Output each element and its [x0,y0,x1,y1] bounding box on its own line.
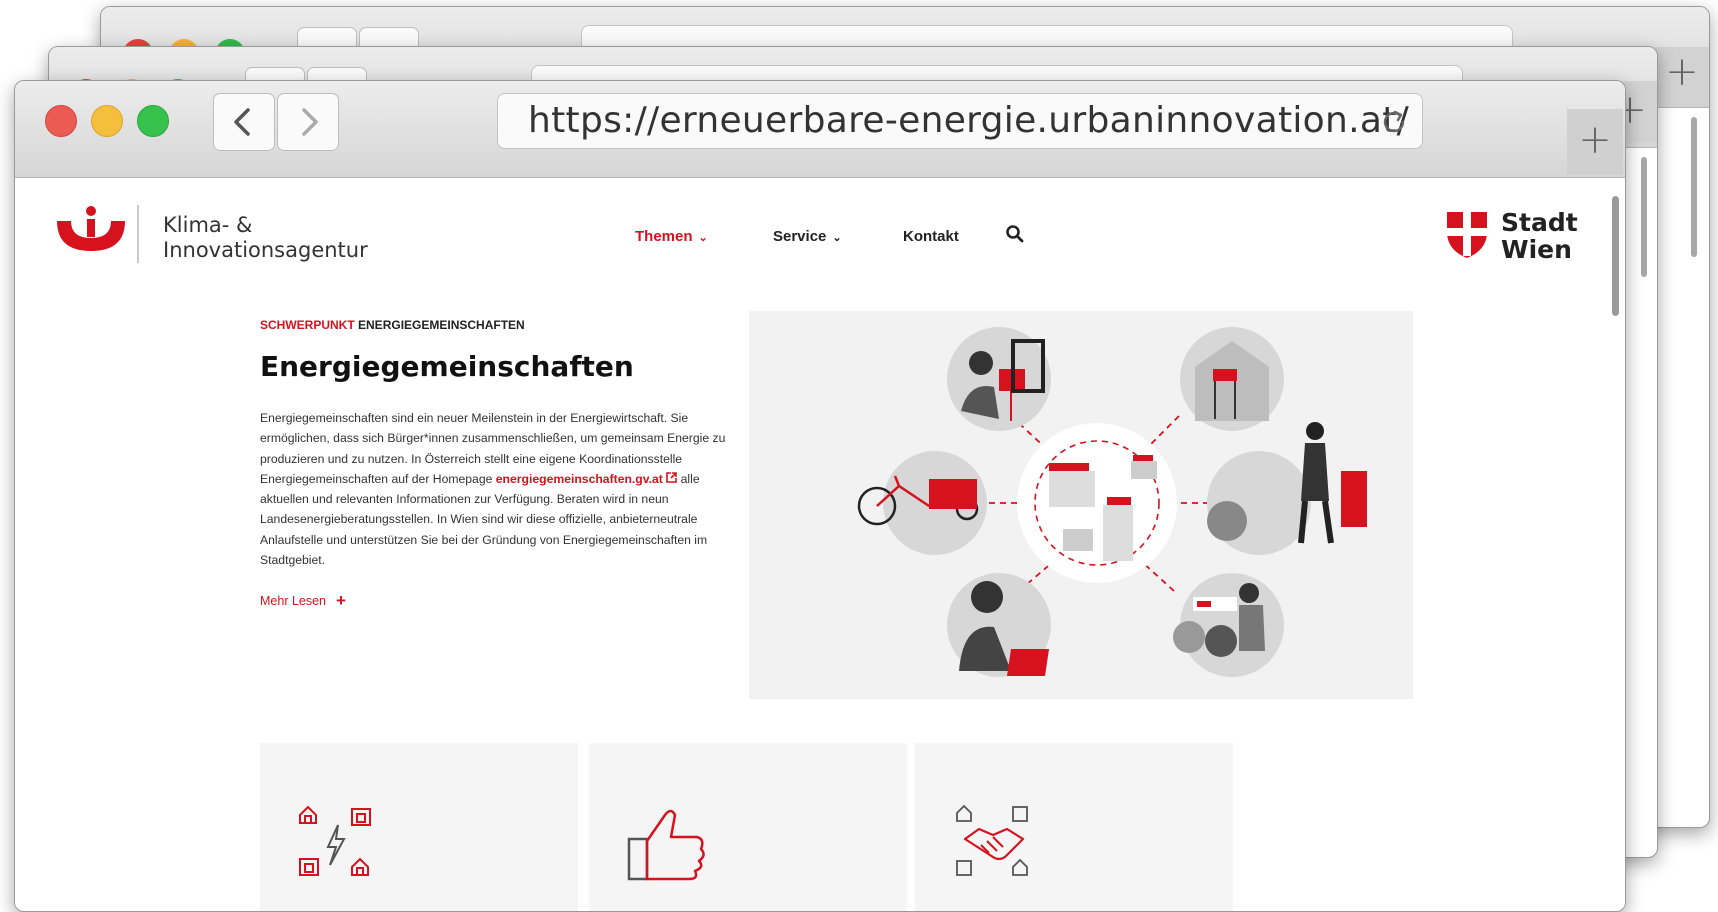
intro-text-2: alle aktuellen und relevanten Informatio… [260,471,708,568]
stadt-wien-wordmark[interactable]: Stadt Wien [1501,209,1578,263]
plus-icon: + [336,591,346,610]
thumbs-up-icon [627,809,705,881]
external-link-text: energiegemeinschaften.gv.at [495,471,663,486]
web-page: Klima- & Innovationsagentur Themen ⌄ Serv… [15,178,1625,911]
search-icon[interactable] [1005,224,1025,244]
external-link-icon [666,472,678,483]
maximize-dot[interactable] [137,105,169,137]
page-title: Energiegemeinschaften [260,350,634,383]
wien-line-2: Wien [1501,235,1572,264]
back-button[interactable] [213,93,275,151]
read-more-label: Mehr Lesen [260,594,327,608]
nav-label: Themen [635,228,693,245]
breadcrumb: SCHWERPUNKT ENERGIEGEMEINSCHAFTEN [260,318,525,332]
kicker-red: SCHWERPUNKT [260,318,355,332]
forward-button[interactable] [277,93,339,151]
chevron-left-icon [234,108,250,136]
close-dot[interactable] [45,105,77,137]
scrollbar[interactable] [1691,117,1697,257]
handshake-houses-icon [956,804,1028,876]
topic-card[interactable] [589,743,907,911]
address-bar[interactable]: https://erneuerbare-energie.urbaninnovat… [497,93,1423,149]
url-text: https://erneuerbare-energie.urbaninnovat… [528,100,1410,141]
chevron-down-icon: ⌄ [832,232,842,244]
nav-label: Kontakt [903,228,959,245]
browser-toolbar: https://erneuerbare-energie.urbaninnovat… [15,81,1625,178]
klima-innovationsagentur-logo-icon[interactable] [51,205,131,259]
chevron-right-icon [302,108,318,136]
topic-card[interactable] [915,743,1233,911]
nav-label: Service [773,228,827,245]
logo-wordmark[interactable]: Klima- & Innovationsagentur [163,213,368,263]
new-tab-button[interactable]: + [1567,109,1623,175]
hero-illustration [749,311,1413,699]
minimize-dot[interactable] [91,105,123,137]
logo-line-1: Klima- & [163,213,253,237]
wien-line-1: Stadt [1501,208,1578,237]
intro-paragraph: Energiegemeinschaften sind ein neuer Mei… [260,408,730,570]
chevron-down-icon: ⌄ [698,232,708,244]
scrollbar[interactable] [1641,157,1647,277]
reload-icon[interactable] [1378,106,1410,138]
read-more-link[interactable]: Mehr Lesen + [260,590,346,610]
topic-card[interactable] [260,743,578,911]
new-tab-button[interactable]: + [1655,47,1709,107]
kicker-topic: ENERGIEGEMEINSCHAFTEN [358,318,525,332]
browser-window: https://erneuerbare-energie.urbaninnovat… [14,80,1626,912]
energy-community-illustration [857,327,1367,677]
nav-service[interactable]: Service ⌄ [773,228,842,245]
stadt-wien-shield-icon[interactable] [1445,210,1489,260]
external-link[interactable]: energiegemeinschaften.gv.at [495,471,678,486]
logo-line-2: Innovationsagentur [163,238,368,262]
page-scrollbar[interactable] [1612,196,1619,316]
logo-separator [137,205,139,263]
nav-kontakt[interactable]: Kontakt [903,228,959,245]
houses-energy-icon [299,805,371,876]
nav-themen[interactable]: Themen ⌄ [635,228,708,245]
